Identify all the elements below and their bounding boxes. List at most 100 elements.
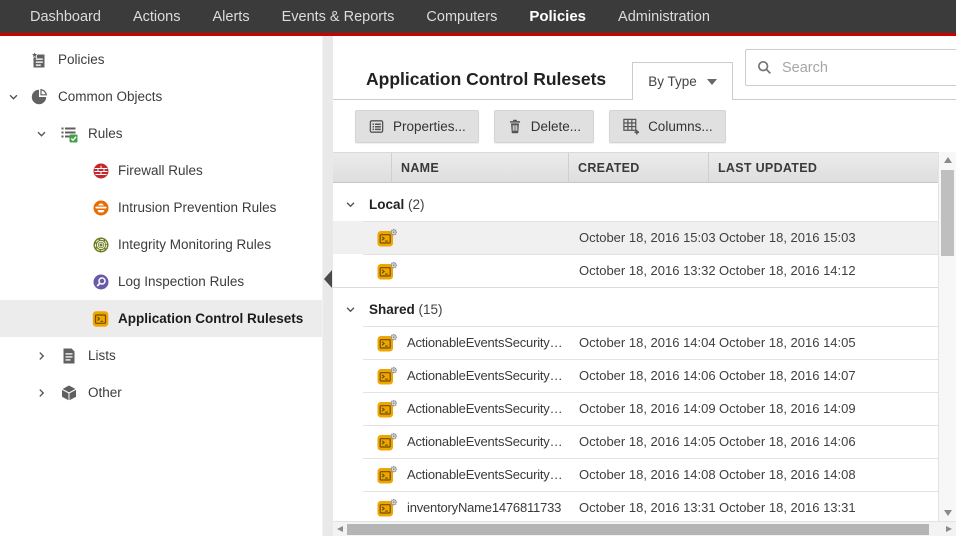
sidebar-item-rules[interactable]: Rules — [0, 115, 322, 152]
column-header-name[interactable]: NAME — [391, 153, 568, 182]
last-updated-date: October 18, 2016 15:03 — [710, 230, 938, 245]
ruleset-name: ActionableEventsSecurityEvent... — [407, 368, 570, 383]
search-box[interactable] — [745, 49, 956, 86]
table-row[interactable]: ActionableEventsSecurityEvent...October … — [333, 392, 938, 425]
scroll-right-arrow-icon[interactable] — [946, 526, 952, 532]
ruleset-name: ActionableEventsSecurityEvent... — [407, 335, 570, 350]
vertical-scrollbar[interactable] — [938, 152, 956, 521]
main-panel: Application Control Rulesets By Type Pro… — [333, 36, 956, 536]
rules-icon — [60, 125, 78, 143]
created-date: October 18, 2016 14:04 — [570, 335, 710, 350]
columns-icon — [622, 117, 640, 135]
table-row[interactable]: ActionableEventsSecurityEvent...October … — [333, 425, 938, 458]
created-date: October 18, 2016 14:06 — [570, 368, 710, 383]
sidebar-item-application-control-rulesets[interactable]: Application Control Rulesets — [0, 300, 322, 337]
properties-button[interactable]: Properties... — [355, 110, 479, 143]
chevron-right-icon[interactable] — [36, 350, 47, 361]
other-icon — [60, 384, 78, 402]
table-header-row: NAMECREATEDLAST UPDATED — [333, 152, 938, 183]
main-header: Application Control Rulesets By Type — [333, 36, 956, 100]
search-icon — [756, 59, 773, 76]
column-header-icon[interactable] — [333, 153, 391, 182]
sidebar-item-firewall-rules[interactable]: Firewall Rules — [0, 152, 322, 189]
chevron-right-icon[interactable] — [36, 387, 47, 398]
lists-icon — [60, 347, 78, 365]
created-date: October 18, 2016 14:08 — [570, 467, 710, 482]
sidebar-item-other[interactable]: Other — [0, 374, 322, 411]
column-header-last-updated[interactable]: LAST UPDATED — [708, 153, 938, 182]
view-mode-value: By Type — [648, 74, 697, 89]
collapse-sidebar-handle[interactable] — [324, 270, 332, 288]
last-updated-date: October 18, 2016 13:31 — [710, 500, 938, 515]
created-date: October 18, 2016 14:05 — [570, 434, 710, 449]
group-header-shared[interactable]: Shared (15) — [333, 293, 938, 326]
horizontal-scrollbar[interactable] — [333, 521, 956, 536]
application-control-gear-icon — [377, 261, 398, 280]
table-row[interactable]: October 18, 2016 15:03October 18, 2016 1… — [333, 221, 938, 254]
group-header-local[interactable]: Local (2) — [333, 188, 938, 221]
content-area: Policies Common Objects RulesFirewall Rule… — [0, 36, 956, 536]
nav-item-policies[interactable]: Policies — [513, 8, 602, 25]
table-row[interactable]: ActionableEventsSecurityEvent...October … — [333, 326, 938, 359]
sidebar-item-intrusion-prevention-rules[interactable]: Intrusion Prevention Rules — [0, 189, 322, 226]
sidebar-splitter[interactable] — [322, 36, 333, 536]
sidebar-item-lists[interactable]: Lists — [0, 337, 322, 374]
scroll-left-arrow-icon[interactable] — [337, 526, 343, 532]
intrusion-prevention-icon — [92, 199, 110, 217]
nav-item-dashboard[interactable]: Dashboard — [14, 9, 117, 25]
sidebar-item-log-inspection-rules[interactable]: Log Inspection Rules — [0, 263, 322, 300]
view-mode-dropdown[interactable]: By Type — [632, 62, 733, 100]
button-label: Properties... — [393, 119, 466, 134]
nav-item-administration[interactable]: Administration — [602, 9, 726, 25]
sidebar-item-label: Common Objects — [0, 89, 162, 104]
last-updated-date: October 18, 2016 14:06 — [710, 434, 938, 449]
application-control-gear-icon — [377, 228, 398, 247]
common-objects-icon — [30, 88, 48, 106]
scroll-down-arrow-icon[interactable] — [944, 510, 952, 516]
top-navigation: DashboardActionsAlertsEvents & ReportsCo… — [0, 0, 956, 33]
properties-icon — [368, 118, 385, 135]
nav-item-alerts[interactable]: Alerts — [197, 9, 266, 25]
sidebar-item-policies[interactable]: Policies — [0, 41, 322, 78]
rulesets-table: NAMECREATEDLAST UPDATED Local (2) Octobe… — [333, 152, 956, 536]
group-count: (15) — [419, 302, 443, 317]
application-control-gear-icon — [377, 399, 398, 418]
application-control-gear-icon — [377, 333, 398, 352]
horizontal-scroll-thumb[interactable] — [347, 524, 929, 535]
chevron-down-icon[interactable] — [8, 91, 19, 102]
ruleset-name: ActionableEventsSecurityEvent... — [407, 434, 570, 449]
nav-item-actions[interactable]: Actions — [117, 9, 197, 25]
created-date: October 18, 2016 13:31 — [570, 500, 710, 515]
table-row[interactable]: ActionableEventsSecurityEvent...October … — [333, 458, 938, 491]
nav-item-computers[interactable]: Computers — [410, 9, 513, 25]
sidebar-item-integrity-monitoring-rules[interactable]: Integrity Monitoring Rules — [0, 226, 322, 263]
table-row[interactable]: ActionableEventsSecurityEvent...October … — [333, 359, 938, 392]
last-updated-date: October 18, 2016 14:09 — [710, 401, 938, 416]
button-label: Columns... — [648, 119, 713, 134]
chevron-down-icon[interactable] — [345, 199, 356, 210]
button-label: Delete... — [531, 119, 581, 134]
caret-down-icon — [707, 79, 717, 85]
vertical-scroll-thumb[interactable] — [941, 170, 954, 256]
delete-button[interactable]: Delete... — [494, 110, 594, 143]
firewall-rules-icon — [92, 162, 110, 180]
scroll-up-arrow-icon[interactable] — [944, 157, 952, 163]
column-header-created[interactable]: CREATED — [568, 153, 708, 182]
chevron-down-icon[interactable] — [345, 304, 356, 315]
table-row[interactable]: October 18, 2016 13:32October 18, 2016 1… — [333, 254, 938, 287]
table-body: Local (2) October 18, 2016 15:03October … — [333, 183, 938, 521]
application-control-gear-icon — [377, 432, 398, 451]
created-date: October 18, 2016 14:09 — [570, 401, 710, 416]
sidebar-item-common-objects[interactable]: Common Objects — [0, 78, 322, 115]
application-control-gear-icon — [377, 465, 398, 484]
search-input[interactable] — [782, 60, 956, 76]
log-inspection-icon — [92, 273, 110, 291]
last-updated-date: October 18, 2016 14:08 — [710, 467, 938, 482]
group-label: Local (2) — [369, 197, 425, 212]
policies-icon — [30, 51, 48, 69]
sidebar-item-label: Integrity Monitoring Rules — [0, 237, 271, 252]
nav-item-events-reports[interactable]: Events & Reports — [266, 9, 411, 25]
chevron-down-icon[interactable] — [36, 128, 47, 139]
table-row[interactable]: inventoryName1476811733October 18, 2016 … — [333, 491, 938, 521]
columns-button[interactable]: Columns... — [609, 110, 726, 143]
